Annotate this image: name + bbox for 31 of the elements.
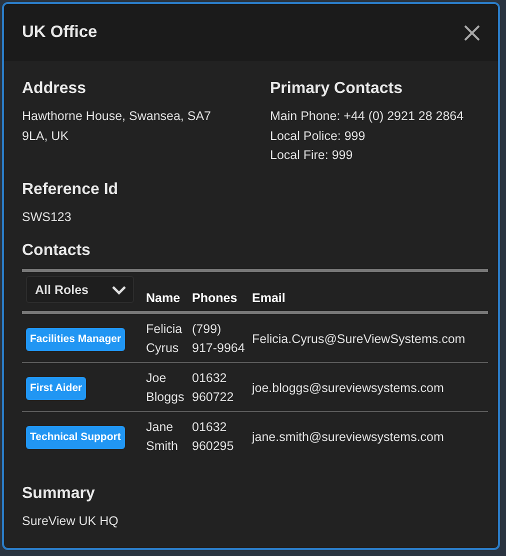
- info-text: Hawthorne House, Swansea, SA7 9LA, UK: [22, 108, 212, 144]
- table-cell: Joe Bloggs: [146, 362, 192, 412]
- table-cell: joe.bloggs@sureviewsystems.com: [252, 362, 488, 412]
- table-cell: Felicia Cyrus: [146, 312, 192, 362]
- column-header: Email: [252, 270, 488, 312]
- section-heading: Contacts: [22, 241, 92, 261]
- column-header: Name: [146, 270, 192, 312]
- chevron-down-icon: [111, 284, 127, 294]
- info-text: Local Police: 999: [270, 128, 366, 144]
- section-heading: Reference Id: [22, 180, 120, 200]
- section-heading: Address: [22, 79, 88, 99]
- info-text: Main Phone: +44 (0) 2921 28 2864: [270, 108, 465, 125]
- table-cell: Jane Smith: [146, 412, 192, 460]
- role-filter-dropdown[interactable]: All Roles: [26, 276, 134, 303]
- table-cell: jane.smith@sureviewsystems.com: [252, 412, 488, 460]
- table-cell: 01632 960295: [192, 412, 252, 460]
- role-badge: Facilities Manager: [26, 328, 126, 350]
- column-header: Phones: [192, 270, 252, 312]
- close-icon: [464, 24, 480, 40]
- close-button[interactable]: [462, 22, 482, 42]
- role-badge: First Aider: [26, 376, 86, 400]
- section-heading: Summary: [22, 484, 96, 504]
- info-text: Local Fire: 999: [270, 147, 354, 164]
- table-cell: Felicia.Cyrus@SureViewSystems.com: [252, 312, 488, 362]
- info-text: SWS123: [22, 208, 72, 226]
- table-cell: 01632 960722: [192, 362, 252, 412]
- table-cell: (799) 917-9964: [192, 312, 252, 362]
- info-text: SureView UK HQ: [22, 513, 120, 530]
- role-badge: Technical Support: [26, 426, 125, 448]
- section-heading: Primary Contacts: [270, 79, 404, 99]
- dialog-title: UK Office: [22, 23, 98, 42]
